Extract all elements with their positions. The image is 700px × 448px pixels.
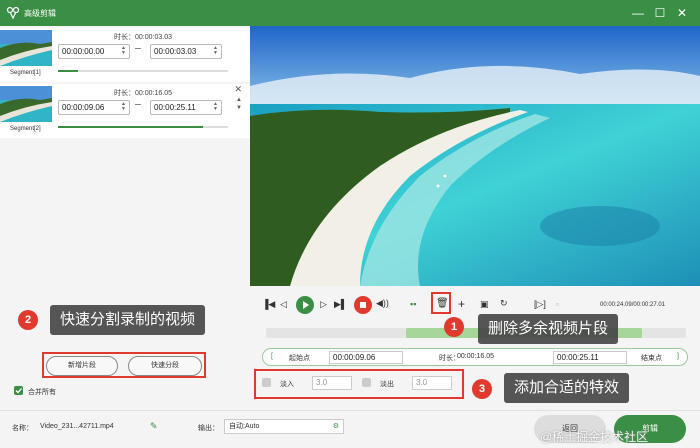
callout-delete-segment: 删除多余视频片段 [478,314,619,344]
skip-start-icon[interactable]: ▐◀ [262,299,275,310]
segment-label: Segment[2] [10,126,41,132]
output-select[interactable]: 自动;Auto ⚙ [224,419,344,434]
close-button[interactable]: ✕ [672,3,692,23]
segment-item[interactable]: Segment[2] 时长：00:00:16.05 00:00:09.06 ▲ ▼… [0,84,250,138]
split-highlight-box [42,352,206,378]
video-preview [250,26,700,286]
merge-all-checkbox[interactable] [14,386,23,395]
segment-end-time[interactable]: 00:00:25.11 ▲ ▼ [150,100,222,115]
time-separator [135,104,141,105]
callout-badge-3: 3 [472,379,492,399]
callout-add-effects: 添加合适的特效 [504,373,630,403]
callout-badge-1: 1 [444,317,464,337]
segment-item[interactable]: Segment[1] 时长：00:00:03.03 00:00:00.00 ▲ ▼… [0,28,250,82]
segment-end-time[interactable]: 00:00:03.03 ▲ ▼ [150,44,222,59]
time-spinner-icon[interactable]: ▲ ▼ [213,102,219,113]
delete-highlight-box [431,292,451,314]
merge-all-label: 合并所有 [28,389,56,396]
range-end-input[interactable]: 00:00:25.11 [553,351,627,364]
file-name: Video_231...42711.mp4 [40,423,114,430]
reorder-arrows-icon[interactable]: ▲ ▼ [236,96,242,112]
mark-in-icon[interactable]: [▷] [534,299,546,310]
callout-quick-split: 快速分割录制的视频 [50,305,206,335]
rotate-icon[interactable]: ↻ [500,298,508,309]
stop-icon [360,302,366,308]
play-button[interactable] [296,296,314,314]
segment-duration: 时长：00:00:16.05 [114,90,172,97]
beach-video-frame [250,26,700,286]
app-logo-icon [6,6,20,20]
time-spinner-icon[interactable]: ▲ ▼ [121,102,127,113]
segment-start-time[interactable]: 00:00:00.00 ▲ ▼ [58,44,130,59]
segment-duration: 时长：00:00:03.03 [114,34,172,41]
step-back-icon[interactable]: ◁ [280,299,287,310]
mark-out-icon[interactable]: ▫ [556,299,559,309]
timeline-track[interactable] [266,328,686,338]
step-forward-icon[interactable]: ▷ [320,299,327,310]
gear-icon[interactable]: ⚙ [333,420,339,433]
segment-thumbnail [0,30,52,66]
play-icon [303,301,309,309]
edit-name-icon[interactable]: ✎ [150,421,158,432]
add-icon[interactable]: + [458,297,465,311]
end-point-label: 结束点 [641,355,662,362]
maximize-button[interactable]: ☐ [650,3,670,23]
range-start-input[interactable]: 00:00:09.06 [329,351,403,364]
time-spinner-icon[interactable]: ▲ ▼ [213,46,219,57]
end-bracket-icon[interactable]: ] [677,353,679,360]
window-title: 高级剪辑 [24,9,56,18]
stop-button[interactable] [354,296,372,314]
start-bracket-icon[interactable]: [ [271,353,273,360]
segment-progress [58,70,228,72]
range-row: [ 起始点 00:00:09.06 时长： 00:00:16.05 00:00:… [262,348,688,366]
segment-start-time[interactable]: 00:00:09.06 ▲ ▼ [58,100,130,115]
check-icon [15,388,22,394]
effects-highlight-box [254,369,464,399]
name-label: 名称： [12,425,33,432]
start-point-label: 起始点 [289,355,310,362]
close-icon[interactable]: ✕ [234,84,242,95]
player-time: 00:00:24.09/00:00:27.01 [600,302,666,308]
title-bar: 高级剪辑 — ☐ ✕ [0,0,700,26]
callout-badge-2: 2 [18,310,38,330]
duration-value: 00:00:16.05 [457,353,494,360]
time-separator [135,48,141,49]
segment-progress [58,126,228,128]
volume-icon[interactable]: ◀)) [376,298,389,309]
copy-icon[interactable]: ▣ [480,299,489,310]
time-spinner-icon[interactable]: ▲ ▼ [121,46,127,57]
minimize-button[interactable]: — [628,3,648,23]
skip-end-icon[interactable]: ▶▌ [334,299,347,310]
watermark: @稀土掘金技术社区 [540,430,649,444]
output-label: 输出： [198,425,219,432]
segment-label: Segment[1] [10,70,41,76]
segment-thumbnail [0,86,52,122]
split-icon[interactable]: ▪▪ [410,299,416,309]
